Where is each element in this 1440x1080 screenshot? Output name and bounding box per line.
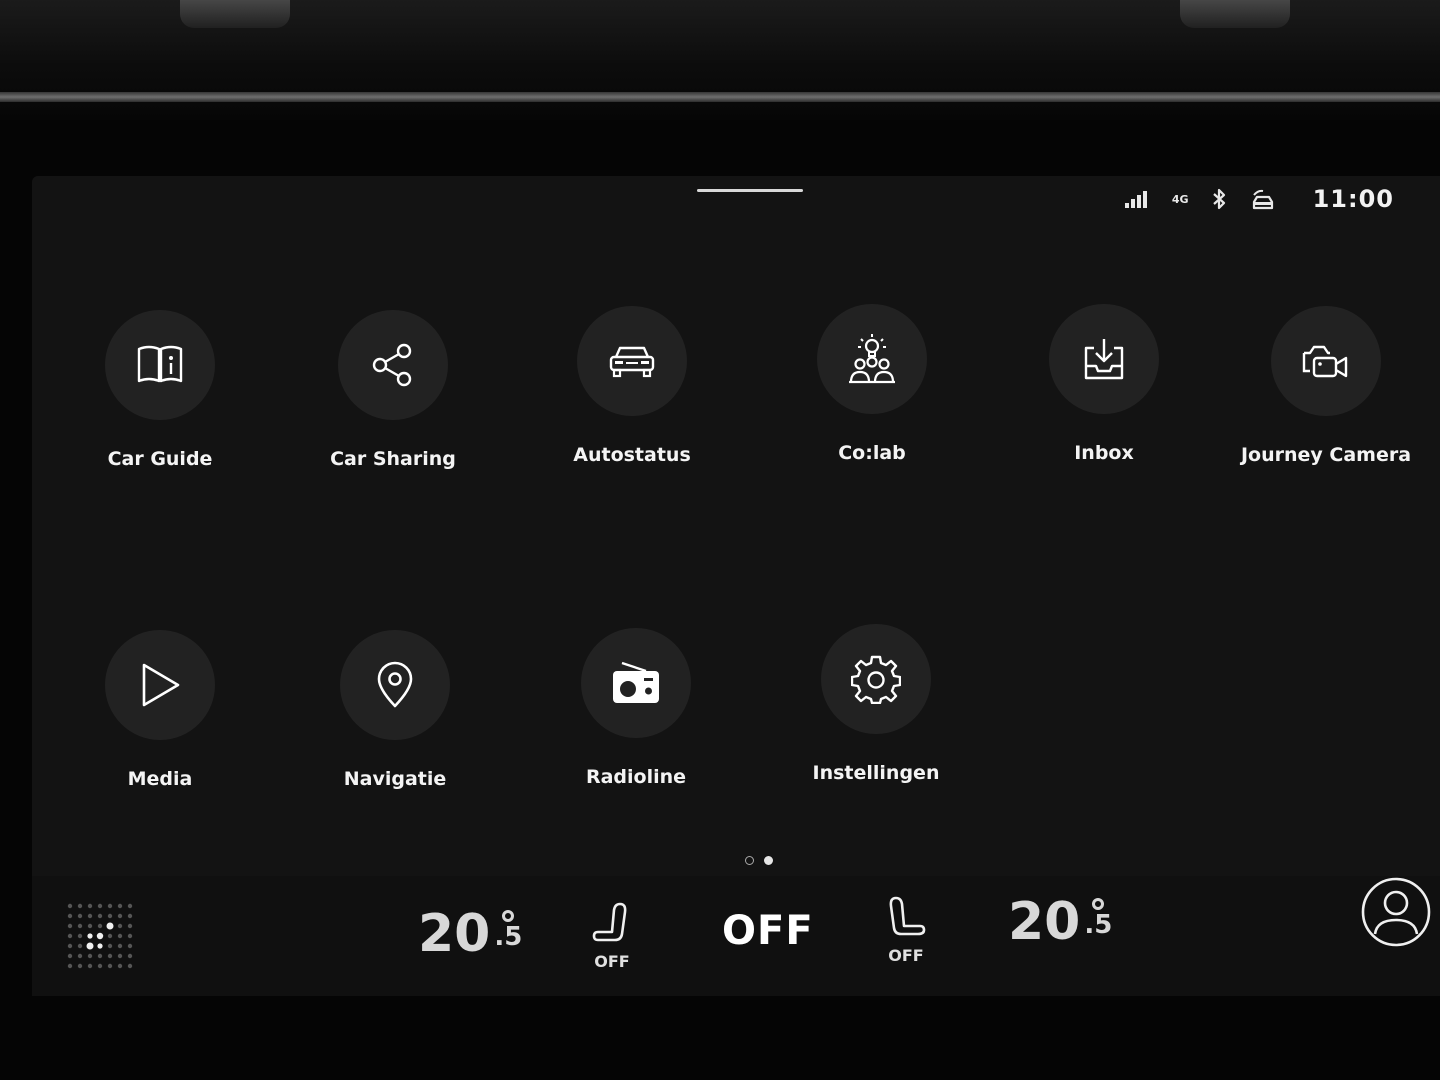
app-label: Journey Camera xyxy=(1240,444,1412,466)
right-seat-heat[interactable]: OFF xyxy=(886,894,926,965)
status-bar: 4G 11:00 xyxy=(1124,184,1394,214)
network-4g-icon: 4G xyxy=(1171,192,1189,206)
bluetooth-icon xyxy=(1211,187,1227,211)
dashboard-trim xyxy=(0,92,1440,102)
right-temp-value: 20 xyxy=(1008,892,1081,952)
page-dot[interactable] xyxy=(745,856,754,865)
app-colab[interactable]: Co:lab xyxy=(772,304,972,464)
user-profile-icon[interactable] xyxy=(1360,876,1432,948)
camera-icon xyxy=(1302,345,1348,378)
app-tile xyxy=(105,630,215,740)
app-tile xyxy=(581,628,691,738)
left-temp-value: 20 xyxy=(418,904,491,964)
clock: 11:00 xyxy=(1312,185,1394,213)
app-navigatie[interactable]: Navigatie xyxy=(295,630,495,790)
left-temp-decimal: .5 xyxy=(494,922,523,952)
app-tile xyxy=(821,624,931,734)
gear-icon xyxy=(851,655,901,704)
signal-icon xyxy=(1124,189,1150,209)
app-label: Instellingen xyxy=(812,762,940,784)
left-seat-heat[interactable]: OFF xyxy=(592,900,632,971)
pull-down-handle[interactable] xyxy=(697,189,803,192)
car-front-icon xyxy=(609,346,655,378)
app-label: Autostatus xyxy=(573,444,691,466)
app-journey-camera[interactable]: Journey Camera xyxy=(1226,306,1426,466)
right-temperature[interactable]: 20 .5 xyxy=(1008,896,1112,948)
app-tile xyxy=(577,306,687,416)
seat-heat-icon xyxy=(592,902,627,942)
seat-heat-icon xyxy=(889,896,926,936)
home-dot-matrix-icon[interactable] xyxy=(66,902,138,974)
app-label: Car Sharing xyxy=(330,448,456,470)
radio-icon xyxy=(613,661,659,703)
car-connected-icon xyxy=(1249,186,1277,212)
right-seat-status: OFF xyxy=(888,946,924,965)
app-tile xyxy=(105,310,215,420)
degree-icon xyxy=(502,910,515,922)
app-media[interactable]: Media xyxy=(60,630,260,790)
app-label: Radioline xyxy=(585,766,687,788)
fan-status[interactable]: OFF xyxy=(722,908,814,954)
app-instellingen[interactable]: Instellingen xyxy=(776,624,976,784)
app-label: Media xyxy=(127,768,193,790)
book-info-icon xyxy=(137,345,183,383)
app-inbox[interactable]: Inbox xyxy=(1004,304,1204,464)
inbox-download-icon xyxy=(1084,339,1124,380)
left-seat-status: OFF xyxy=(594,952,630,971)
page-dot-active[interactable] xyxy=(764,856,773,865)
degree-icon xyxy=(1092,898,1105,910)
infotainment-screen: 4G 11:00 Car Guide Car Sharing Autostatu… xyxy=(32,176,1440,996)
app-label: Navigatie xyxy=(343,768,447,790)
app-tile xyxy=(1271,306,1381,416)
page-indicator xyxy=(745,856,773,865)
air-vent-left xyxy=(180,0,290,28)
app-autostatus[interactable]: Autostatus xyxy=(532,306,732,466)
app-radioline[interactable]: Radioline xyxy=(536,628,736,788)
share-icon xyxy=(372,343,412,387)
app-car-guide[interactable]: Car Guide xyxy=(60,310,260,470)
app-label: Co:lab xyxy=(838,442,906,464)
app-tile xyxy=(338,310,448,420)
app-tile xyxy=(817,304,927,414)
right-temp-decimal: .5 xyxy=(1084,910,1113,940)
app-label: Inbox xyxy=(1074,442,1134,464)
community-idea-icon xyxy=(849,334,895,384)
app-label: Car Guide xyxy=(107,448,213,470)
app-tile xyxy=(1049,304,1159,414)
play-icon xyxy=(142,663,180,707)
air-vent-right xyxy=(1180,0,1290,28)
app-car-sharing[interactable]: Car Sharing xyxy=(293,310,493,470)
climate-bar: 20 .5 OFF OFF OFF 20 .5 xyxy=(32,876,1440,996)
location-pin-icon xyxy=(377,661,413,708)
left-temperature[interactable]: 20 .5 xyxy=(418,908,522,960)
app-tile xyxy=(340,630,450,740)
